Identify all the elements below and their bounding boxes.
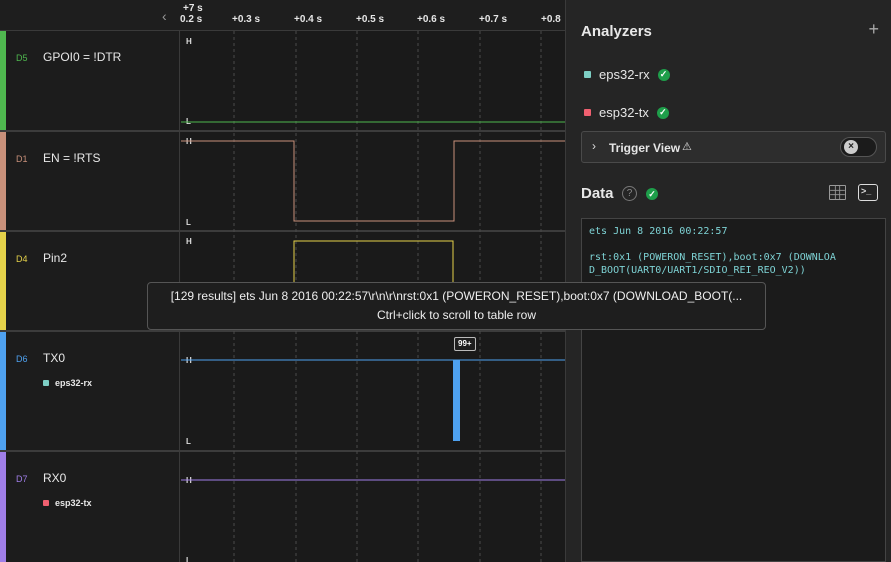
chevron-left-icon[interactable]: ‹ [162,8,167,24]
chevron-right-icon[interactable]: › [592,139,596,153]
timeline-ruler[interactable]: ‹ +7 s 0.2 s +0.3 s +0.4 s +0.5 s +0.6 s… [0,0,565,31]
help-icon[interactable]: ? [622,186,637,201]
check-icon: ✓ [656,106,669,119]
pin2-waveform [293,240,454,282]
table-view-icon[interactable] [829,185,846,200]
close-icon: × [844,140,858,154]
analyzer-color-swatch [584,109,591,116]
timeline-offset-label: +7 s [183,3,203,14]
check-icon: ✓ [657,68,670,81]
data-section-title: Data [581,185,614,202]
analyzer-label: esp32-tx [599,105,649,120]
analyzer-item[interactable]: esp32-tx ✓ [584,105,669,120]
analyzer-item[interactable]: eps32-rx ✓ [584,67,670,82]
tick-label: +0.7 s [479,14,508,25]
trigger-view-section[interactable]: › Trigger View ⚠ × [581,131,886,163]
terminal-line: rst:0x1 (POWERON_RESET),boot:0x7 (DOWNLO… [589,252,836,263]
tick-label: +0.4 s [294,14,323,25]
trigger-view-label: Trigger View [609,141,681,155]
terminal-line: ets Jun 8 2016 00:22:57 [589,226,728,237]
tick-label: +0.8 [541,14,561,25]
terminal-output[interactable]: ets Jun 8 2016 00:22:57 rst:0x1 (POWERON… [581,218,886,562]
terminal-view-icon[interactable]: >_ [858,184,878,201]
tick-label: +0.3 s [232,14,261,25]
warning-icon: ⚠ [682,141,692,153]
logic-analyzer-window: ‹ +7 s 0.2 s +0.3 s +0.4 s +0.5 s +0.6 s… [0,0,891,562]
tooltip-result-text: [129 results] ets Jun 8 2016 00:22:57\r\… [170,289,743,303]
results-count-badge[interactable]: 99+ [454,337,476,351]
analyzer-tooltip: [129 results] ets Jun 8 2016 00:22:57\r\… [147,282,766,330]
tx0-burst [453,360,460,441]
check-icon: ✓ [646,188,658,200]
terminal-line: D_BOOT(UART0/UART1/SDIO_REI_REO_V2)) [589,265,806,276]
analyzer-label: eps32-rx [599,67,650,82]
tick-label: +0.5 s [356,14,385,25]
tooltip-hint-text: Ctrl+click to scroll to table row [376,308,537,322]
panel-title: Analyzers [581,23,652,40]
tick-label: +0.6 s [417,14,446,25]
trigger-view-toggle[interactable]: × [840,137,877,157]
en-waveform [181,140,565,222]
plus-icon[interactable]: + [868,19,879,40]
tick-label: 0.2 s [180,14,203,25]
analyzer-color-swatch [584,71,591,78]
analyzers-panel: Analyzers + eps32-rx ✓ esp32-tx ✓ › Trig… [565,0,891,562]
